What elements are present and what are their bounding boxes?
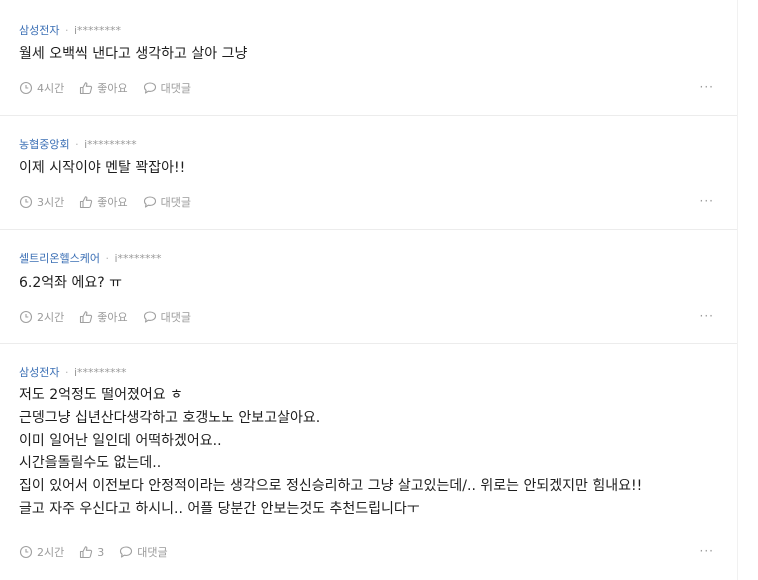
user-id: i*********	[84, 138, 137, 151]
reply-label: 대댓글	[160, 196, 191, 209]
reply-button[interactable]: 대댓글	[143, 194, 191, 210]
meta-separator: ·	[75, 138, 79, 151]
comment-item: 셀트리온헬스케어 · i******** 6.2억좌 에요? ㅠ 2시간 좋아요…	[0, 230, 738, 344]
scrollbar[interactable]	[737, 0, 758, 580]
comment-meta: 농협중앙회 · i*********	[19, 136, 137, 152]
comment-actions: 2시간 좋아요 대댓글	[19, 309, 206, 325]
comment-actions: 3시간 좋아요 대댓글	[19, 194, 206, 210]
like-button[interactable]: 좋아요	[79, 309, 128, 325]
comment-line: 이제 시작이야 멘탈 꽉잡아!!	[19, 160, 186, 176]
thumbs-up-icon	[80, 196, 93, 209]
comment-line: 글고 자주 우신다고 하시니.. 어플 당분간 안보는것도 추천드립니다ㅜ	[19, 500, 420, 517]
meta-separator: ·	[64, 366, 69, 379]
comment-item: 삼성전자 · i********* 저도 2억정도 떨어졌어요 ㅎ 근뎅그냥 십…	[0, 344, 738, 580]
comment-text: 이제 시작이야 멘탈 꽉잡아!!	[19, 157, 734, 180]
company-name[interactable]: 농협중앙회	[19, 138, 70, 151]
timestamp: 2시간	[19, 544, 64, 560]
comment-actions: 2시간 3 대댓글	[19, 544, 183, 560]
reply-button[interactable]: 대댓글	[143, 80, 191, 96]
like-button[interactable]: 좋아요	[79, 194, 128, 210]
reply-button[interactable]: 대댓글	[143, 309, 191, 325]
comment-line: 저도 2억정도 떨어졌어요 ㅎ	[19, 387, 183, 403]
thumbs-up-icon	[80, 311, 93, 324]
comment-text: 저도 2억정도 떨어졌어요 ㅎ 근뎅그냥 십년산다생각하고 호갱노노 안보고살아…	[19, 384, 734, 521]
like-label: 좋아요	[97, 196, 128, 209]
comment-actions: 4시간 좋아요 대댓글	[19, 80, 206, 96]
clock-icon	[19, 81, 33, 95]
comment-text: 6.2억좌 에요? ㅠ	[19, 272, 734, 295]
company-name[interactable]: 삼성전자	[19, 24, 59, 37]
speech-bubble-icon	[120, 546, 133, 558]
company-name[interactable]: 삼성전자	[19, 366, 59, 379]
comment-line: 6.2억좌 에요? ㅠ	[19, 275, 122, 291]
speech-bubble-icon	[143, 82, 156, 94]
speech-bubble-icon	[143, 311, 156, 323]
user-id: i********	[114, 252, 162, 265]
reply-button[interactable]: 대댓글	[119, 544, 168, 560]
comment-line: 월세 오백씩 낸다고 생각하고 살아 그냥	[19, 46, 248, 62]
time-label: 2시간	[37, 311, 65, 324]
thumbs-up-icon	[80, 82, 93, 95]
comment-line: 집이 있어서 이전보다 안정적이라는 생각으로 정신승리하고 그냥 살고있는데/…	[19, 478, 643, 495]
more-options-icon[interactable]: ···	[700, 80, 714, 94]
comment-item: 농협중앙회 · i********* 이제 시작이야 멘탈 꽉잡아!! 3시간 …	[0, 116, 738, 230]
clock-icon	[19, 195, 33, 209]
comment-line: 이미 일어난 일인데 어떡하겠어요..	[19, 432, 222, 449]
clock-icon	[19, 545, 33, 559]
time-label: 2시간	[37, 546, 65, 559]
thumbs-up-icon	[80, 546, 93, 559]
comment-meta: 삼성전자 · i*********	[19, 364, 127, 380]
like-button[interactable]: 좋아요	[79, 80, 128, 96]
reply-label: 대댓글	[137, 546, 168, 559]
company-name[interactable]: 셀트리온헬스케어	[19, 252, 100, 265]
time-label: 3시간	[37, 196, 65, 209]
like-button[interactable]: 3	[79, 545, 104, 559]
comment-meta: 삼성전자 · i********	[19, 22, 121, 38]
comment-meta: 셀트리온헬스케어 · i********	[19, 250, 162, 266]
timestamp: 3시간	[19, 194, 64, 210]
meta-separator: ·	[105, 252, 109, 265]
comment-line: 시간을돌릴수도 없는데..	[19, 455, 162, 472]
more-options-icon[interactable]: ···	[700, 309, 714, 323]
user-id: i*********	[73, 366, 127, 379]
comment-item: 삼성전자 · i******** 월세 오백씩 낸다고 생각하고 살아 그냥 4…	[0, 0, 738, 116]
speech-bubble-icon	[143, 196, 156, 208]
like-count: 3	[97, 545, 105, 559]
comment-line: 근뎅그냥 십년산다생각하고 호갱노노 안보고살아요.	[19, 409, 321, 426]
user-id: i********	[73, 24, 122, 37]
like-label: 좋아요	[97, 311, 128, 324]
timestamp: 2시간	[19, 309, 64, 325]
reply-label: 대댓글	[160, 82, 191, 95]
more-options-icon[interactable]: ···	[700, 194, 714, 208]
more-options-icon[interactable]: ···	[700, 544, 714, 558]
timestamp: 4시간	[19, 80, 64, 96]
comment-text: 월세 오백씩 낸다고 생각하고 살아 그냥	[19, 43, 734, 66]
clock-icon	[19, 310, 33, 324]
meta-separator: ·	[64, 24, 69, 37]
like-label: 좋아요	[97, 82, 128, 95]
time-label: 4시간	[37, 82, 65, 95]
reply-label: 대댓글	[160, 311, 191, 324]
comment-feed: 삼성전자 · i******** 월세 오백씩 낸다고 생각하고 살아 그냥 4…	[0, 0, 738, 580]
